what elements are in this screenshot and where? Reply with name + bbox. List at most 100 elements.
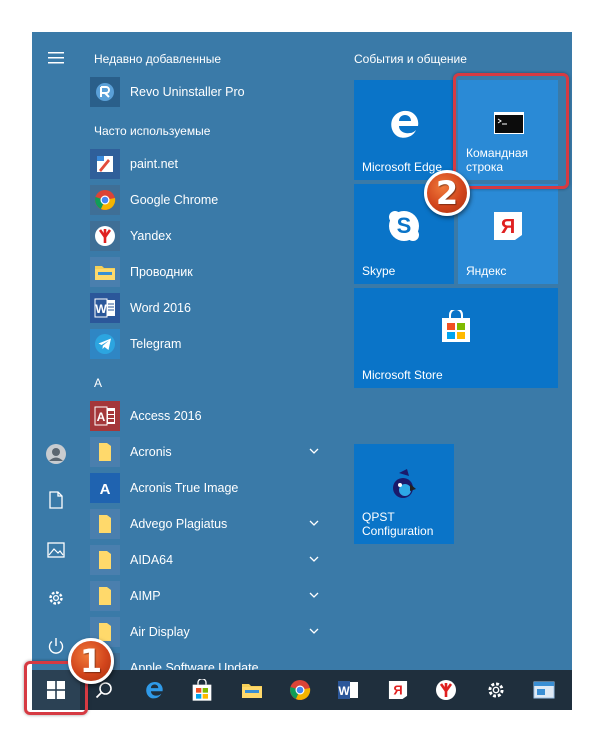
app-label: Проводник xyxy=(130,265,193,279)
word-icon: W xyxy=(338,681,358,699)
pictures-icon xyxy=(47,542,65,558)
app-item-google-chrome[interactable]: Google Chrome xyxy=(90,182,332,218)
tile-qpst-configuration[interactable]: QPST Configuration xyxy=(354,444,454,544)
app-window-icon xyxy=(533,681,555,699)
qpst-icon xyxy=(386,464,422,504)
settings-button[interactable] xyxy=(32,576,80,620)
folder-icon xyxy=(90,437,120,467)
yandex-icon: Я xyxy=(490,208,526,244)
tile-group-header[interactable]: События и общение xyxy=(354,52,467,66)
taskbar-chrome[interactable] xyxy=(276,670,324,710)
yandex-browser-icon xyxy=(90,221,120,251)
recently-added-header: Недавно добавленные xyxy=(94,52,222,66)
taskbar-explorer[interactable] xyxy=(228,670,276,710)
edge-icon xyxy=(384,104,424,144)
search-icon xyxy=(95,682,112,699)
start-rail xyxy=(32,32,80,670)
app-list: Недавно добавленные Revo Uninstaller Pro… xyxy=(80,32,332,670)
app-label: Access 2016 xyxy=(130,409,202,423)
document-icon xyxy=(49,491,63,509)
taskbar-edge[interactable] xyxy=(130,670,178,710)
store-icon xyxy=(192,679,212,701)
gear-icon xyxy=(49,591,63,605)
app-label: Revo Uninstaller Pro xyxy=(130,85,245,99)
app-folder-acronis[interactable]: Acronis xyxy=(90,434,332,470)
folder-icon xyxy=(90,581,120,611)
taskbar-yandex[interactable]: Я xyxy=(374,670,422,710)
app-label: Air Display xyxy=(130,625,190,639)
taskbar-settings[interactable] xyxy=(472,670,520,710)
tile-microsoft-store[interactable]: Microsoft Store xyxy=(354,288,558,388)
app-item-access-2016[interactable]: A Access 2016 xyxy=(90,398,332,434)
app-folder-aida64[interactable]: AIDA64 xyxy=(90,542,332,578)
callout-badge-2: 2 xyxy=(424,170,470,216)
svg-text:A: A xyxy=(100,481,111,498)
word-icon: W xyxy=(90,293,120,323)
taskbar-app-window[interactable] xyxy=(520,670,568,710)
paintnet-icon xyxy=(90,149,120,179)
tile-microsoft-edge[interactable]: Microsoft Edge xyxy=(354,80,454,180)
app-item-explorer[interactable]: Проводник xyxy=(90,254,332,290)
folder-icon xyxy=(90,509,120,539)
yandex-browser-icon xyxy=(436,680,456,700)
app-item-apple-software-update[interactable]: Apple Software Update xyxy=(90,650,332,670)
pictures-button[interactable] xyxy=(32,528,80,572)
app-item-paint-net[interactable]: paint.net xyxy=(90,146,332,182)
app-label: paint.net xyxy=(130,157,178,171)
app-item-revo-uninstaller[interactable]: Revo Uninstaller Pro xyxy=(90,74,332,110)
callout-box-command-prompt xyxy=(453,73,569,189)
svg-text:Я: Я xyxy=(393,683,402,698)
chevron-down-icon[interactable] xyxy=(308,589,320,601)
yandex-icon: Я xyxy=(388,680,408,700)
user-account-button[interactable] xyxy=(32,432,80,476)
tile-label: Microsoft Edge xyxy=(362,160,443,174)
app-item-telegram[interactable]: Telegram xyxy=(90,326,332,362)
skype-icon: S xyxy=(384,206,424,246)
folder-icon xyxy=(242,684,262,698)
expand-menu-button[interactable] xyxy=(32,36,80,80)
chevron-down-icon[interactable] xyxy=(308,553,320,565)
tile-label: QPST Configuration xyxy=(362,510,434,538)
telegram-icon xyxy=(90,329,120,359)
app-folder-air-display[interactable]: Air Display xyxy=(90,614,332,650)
app-label: Advego Plagiatus xyxy=(130,517,228,531)
app-folder-aimp[interactable]: AIMP xyxy=(90,578,332,614)
revo-icon xyxy=(90,77,120,107)
taskbar: W Я xyxy=(32,670,572,710)
tile-yandex[interactable]: Я Яндекс xyxy=(458,184,558,284)
app-label: AIMP xyxy=(130,589,161,603)
gear-icon xyxy=(488,682,504,698)
folder-icon xyxy=(90,257,120,287)
svg-text:Я: Я xyxy=(501,216,515,238)
svg-text:S: S xyxy=(397,213,412,238)
app-label: Google Chrome xyxy=(130,193,219,207)
chevron-down-icon[interactable] xyxy=(308,517,320,529)
app-item-word-2016[interactable]: W Word 2016 xyxy=(90,290,332,326)
tile-label: Skype xyxy=(362,264,396,278)
app-label: AIDA64 xyxy=(130,553,174,567)
hamburger-icon xyxy=(48,52,64,64)
chevron-down-icon[interactable] xyxy=(308,445,320,457)
edge-icon xyxy=(146,681,163,699)
taskbar-store[interactable] xyxy=(178,670,226,710)
svg-text:A: A xyxy=(97,410,106,424)
app-item-yandex[interactable]: Yandex xyxy=(90,218,332,254)
letter-header[interactable]: A xyxy=(94,376,102,390)
app-label: Acronis True Image xyxy=(130,481,239,495)
app-folder-advego-plagiatus[interactable]: Advego Plagiatus xyxy=(90,506,332,542)
acronis-icon: A xyxy=(90,473,120,503)
documents-button[interactable] xyxy=(32,478,80,522)
app-item-acronis-true-image[interactable]: A Acronis True Image xyxy=(90,470,332,506)
chrome-icon xyxy=(290,680,311,700)
avatar xyxy=(46,444,66,464)
taskbar-word[interactable]: W xyxy=(324,670,372,710)
callout-badge-1: 1 xyxy=(68,638,114,684)
taskbar-yandex-browser[interactable] xyxy=(422,670,470,710)
folder-icon xyxy=(90,545,120,575)
app-label: Yandex xyxy=(130,229,172,243)
chrome-icon xyxy=(90,185,120,215)
app-label: Telegram xyxy=(130,337,182,351)
chevron-down-icon[interactable] xyxy=(308,625,320,637)
store-icon xyxy=(438,308,474,344)
app-label: Acronis xyxy=(130,445,172,459)
